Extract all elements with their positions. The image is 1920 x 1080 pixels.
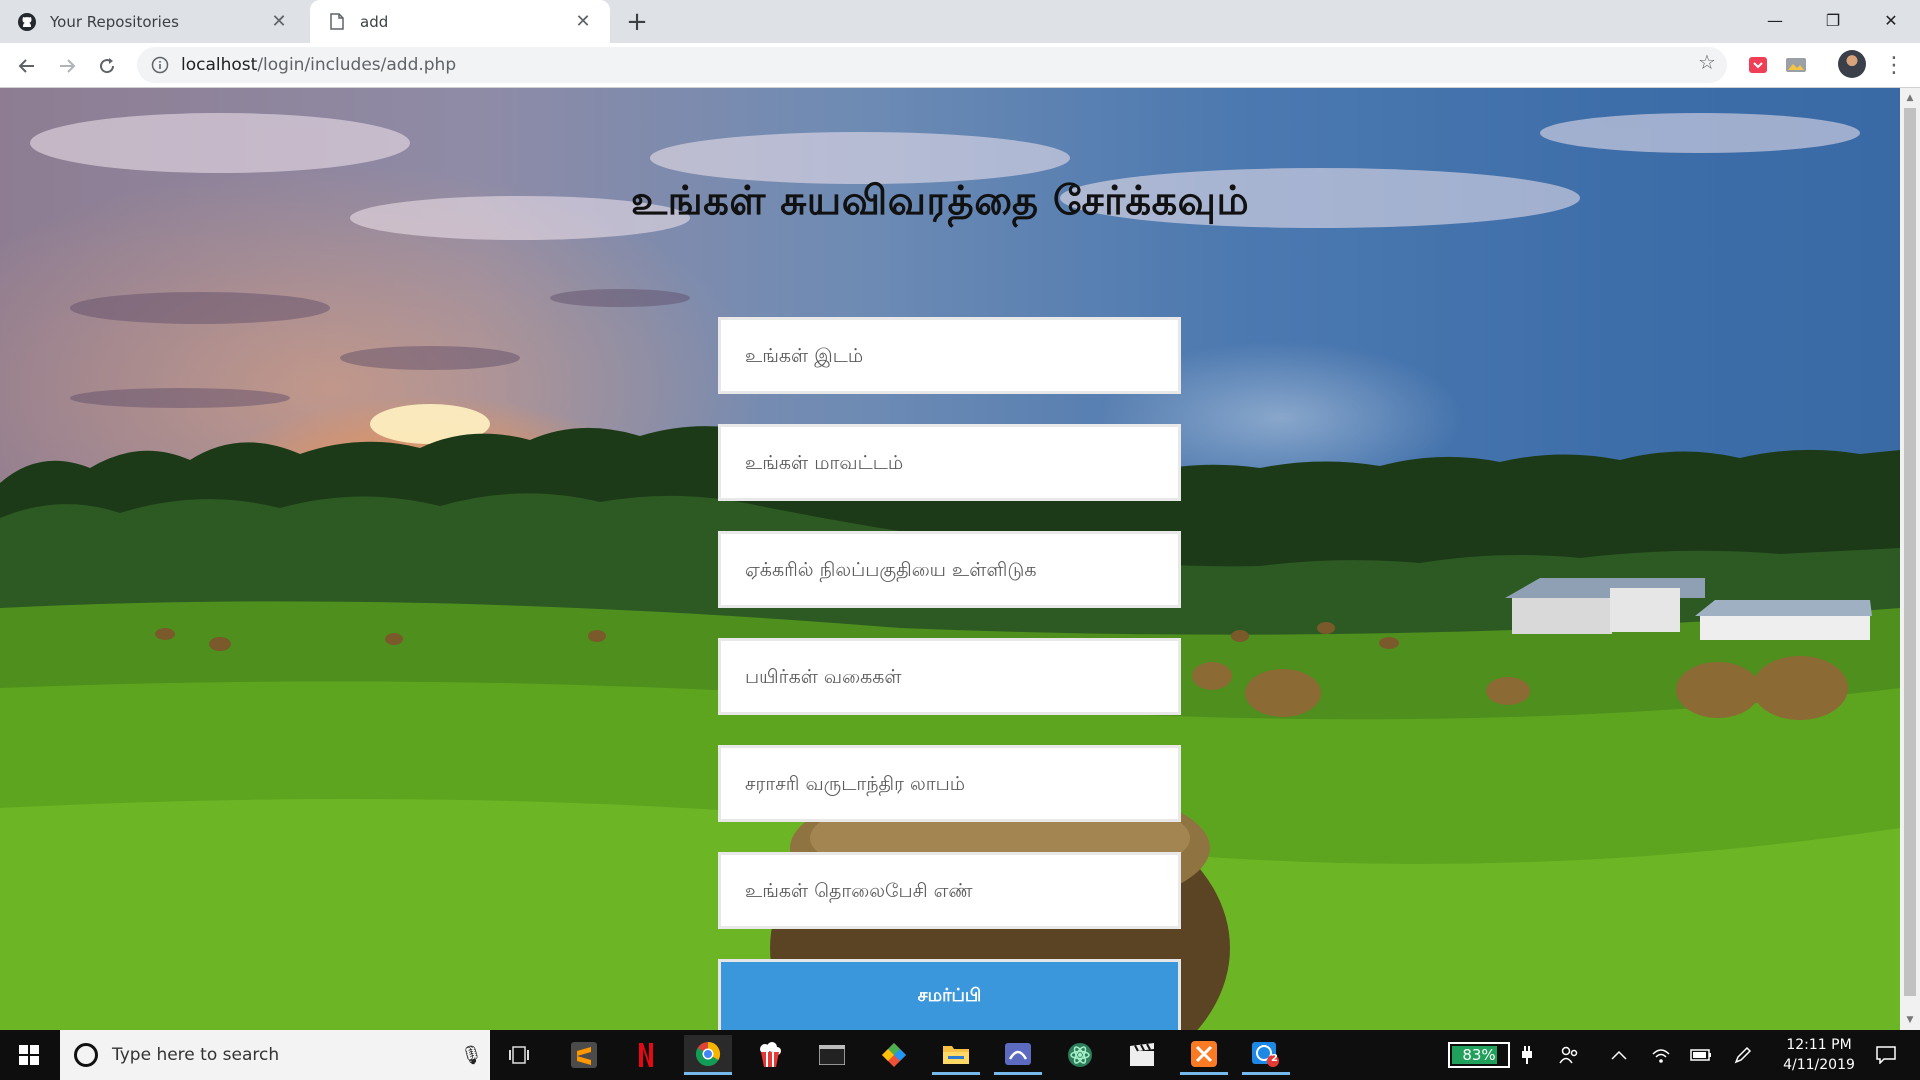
start-button[interactable] (0, 1030, 58, 1080)
page-icon (326, 11, 348, 33)
url-text: localhost/login/includes/add.php (181, 55, 456, 75)
chrome-icon[interactable] (684, 1035, 732, 1075)
taskbar-search[interactable]: Type here to search 🎙 (60, 1030, 490, 1080)
page-scrollbar[interactable]: ▲ ▼ (1900, 88, 1920, 1030)
bookmark-star-icon[interactable]: ☆ (1692, 47, 1722, 77)
whatsapp-icon[interactable]: 2 (1242, 1035, 1290, 1075)
microphone-icon[interactable]: 🎙 (460, 1045, 490, 1066)
reload-icon[interactable] (92, 51, 122, 81)
page-viewport: உங்கள் சுயவிவரத்தை சேர்க்கவும் சமர்ப்பி (0, 88, 1900, 1030)
district-input[interactable] (718, 424, 1181, 501)
location-input[interactable] (718, 317, 1181, 394)
restore-icon[interactable]: ❐ (1804, 0, 1862, 40)
window-controls: — ❐ ✕ (1746, 0, 1920, 43)
file-explorer-icon[interactable] (932, 1035, 980, 1075)
clock-time: 12:11 PM (1786, 1037, 1852, 1053)
info-icon[interactable] (151, 56, 169, 74)
atom-icon[interactable] (1056, 1035, 1104, 1075)
clock-date: 4/11/2019 (1783, 1057, 1855, 1073)
land-area-input[interactable] (718, 531, 1181, 608)
address-bar[interactable]: localhost/login/includes/add.php (137, 47, 1727, 83)
scroll-down-icon[interactable]: ▼ (1904, 1014, 1916, 1026)
system-clock[interactable]: 12:11 PM 4/11/2019 (1764, 1035, 1874, 1075)
crop-types-input[interactable] (718, 638, 1181, 715)
minimize-icon[interactable]: — (1746, 0, 1804, 40)
browser-menu-icon[interactable]: ⋮ (1880, 51, 1908, 79)
scroll-up-icon[interactable]: ▲ (1904, 92, 1916, 104)
netflix-icon[interactable] (622, 1035, 670, 1075)
windows-logo-icon (19, 1045, 39, 1065)
tab-your-repositories[interactable]: Your Repositories ✕ (0, 0, 306, 43)
windows-taskbar: Type here to search 🎙 2 83% 12:11 PM 4/1… (0, 1030, 1920, 1080)
url-path: /login/includes/add.php (257, 55, 457, 75)
close-window-icon[interactable]: ✕ (1862, 0, 1920, 40)
task-view-icon[interactable] (496, 1035, 544, 1075)
battery-indicator[interactable]: 83% (1448, 1042, 1510, 1068)
back-icon[interactable] (12, 51, 42, 81)
people-icon[interactable] (1554, 1040, 1584, 1070)
barn-right (1695, 600, 1872, 640)
profile-avatar[interactable] (1838, 50, 1866, 78)
terminal-icon[interactable] (808, 1035, 856, 1075)
action-center-icon[interactable] (1866, 1040, 1906, 1070)
tab-title: add (360, 12, 389, 31)
scrollbar-thumb[interactable] (1904, 108, 1916, 996)
annual-profit-input[interactable] (718, 745, 1181, 822)
clapper-icon[interactable] (1118, 1035, 1166, 1075)
popcorn-icon[interactable] (746, 1035, 794, 1075)
tab-close-icon[interactable]: ✕ (268, 11, 290, 33)
url-host: localhost (181, 55, 258, 75)
battery-icon[interactable] (1686, 1040, 1716, 1070)
studio-icon[interactable] (994, 1035, 1042, 1075)
battery-percent: 83% (1462, 1046, 1496, 1064)
browser-toolbar: localhost/login/includes/add.php ☆ ⋮ (0, 43, 1920, 88)
wifi-icon[interactable] (1646, 1040, 1676, 1070)
tab-add[interactable]: add ✕ (310, 0, 610, 43)
xampp-icon[interactable] (1180, 1035, 1228, 1075)
search-placeholder: Type here to search (112, 1045, 280, 1065)
tab-close-icon[interactable]: ✕ (572, 11, 594, 33)
cortana-icon (74, 1043, 98, 1067)
profile-form: சமர்ப்பி (718, 317, 1181, 1030)
browser-tab-strip: Your Repositories ✕ add ✕ + — ❐ ✕ (0, 0, 1920, 43)
notification-badge: 2 (1271, 1053, 1278, 1064)
screenshot-extension-icon[interactable] (1784, 53, 1808, 77)
github-icon (16, 11, 38, 33)
forward-icon[interactable] (52, 51, 82, 81)
git-icon[interactable] (870, 1035, 918, 1075)
tab-title: Your Repositories (50, 12, 179, 31)
pen-icon[interactable] (1728, 1040, 1758, 1070)
pocket-extension-icon[interactable] (1746, 53, 1770, 77)
chevron-up-icon[interactable] (1604, 1040, 1634, 1070)
power-plug-icon[interactable] (1512, 1040, 1542, 1070)
barn-left (1505, 578, 1705, 634)
sublime-text-icon[interactable] (560, 1035, 608, 1075)
phone-number-input[interactable] (718, 852, 1181, 929)
submit-button[interactable]: சமர்ப்பி (718, 959, 1181, 1030)
new-tab-button[interactable]: + (622, 7, 652, 37)
page-title: உங்கள் சுயவிவரத்தை சேர்க்கவும் (630, 178, 1250, 224)
